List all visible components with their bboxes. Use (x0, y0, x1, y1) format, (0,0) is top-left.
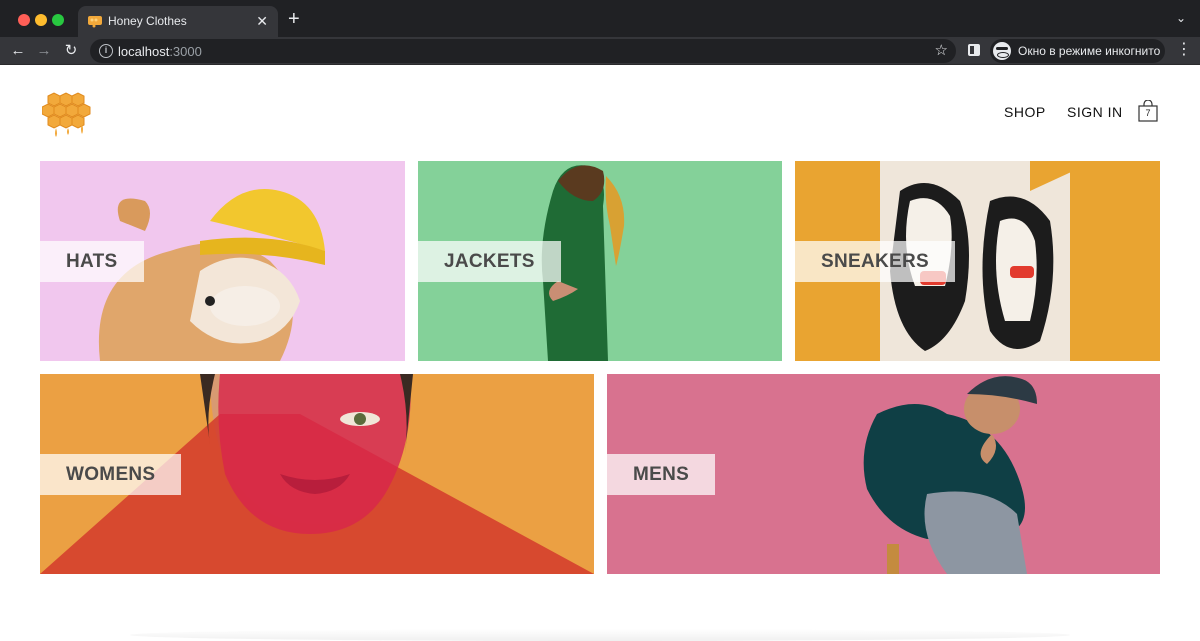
browser-menu-icon[interactable]: ⋮ (1176, 42, 1192, 58)
back-arrow-icon[interactable]: ← (7, 40, 29, 62)
close-window-button[interactable] (18, 14, 30, 26)
browser-tab[interactable]: Honey Clothes ✕ (78, 6, 278, 37)
category-card-mens[interactable]: MENS (607, 374, 1160, 574)
category-label: MENS (633, 464, 690, 485)
category-label: WOMENS (66, 464, 156, 485)
side-panel-icon[interactable] (968, 44, 980, 56)
honeycomb-logo-icon[interactable] (42, 92, 94, 142)
forward-arrow-icon[interactable]: → (33, 40, 55, 62)
category-label-box: MENS (607, 454, 716, 495)
category-card-hats[interactable]: HATS (40, 161, 405, 361)
browser-titlebar: Honey Clothes ✕ + ⌄ (0, 0, 1200, 37)
tab-search-icon[interactable]: ⌄ (1176, 11, 1186, 25)
url-host: localhost (118, 44, 170, 59)
url-port: :3000 (169, 44, 202, 59)
url-text[interactable]: localhost:3000 (118, 44, 202, 59)
category-label: HATS (66, 251, 118, 272)
zoom-window-button[interactable] (52, 14, 64, 26)
nav-sign-in-link[interactable]: SIGN IN (1067, 104, 1123, 120)
category-label-box: SNEAKERS (795, 241, 955, 282)
minimize-window-button[interactable] (35, 14, 47, 26)
incognito-profile-button[interactable]: Окно в режиме инкогнито (990, 39, 1165, 63)
category-card-jackets[interactable]: JACKETS (418, 161, 782, 361)
address-bar[interactable]: i localhost:3000 ☆ (90, 39, 956, 63)
category-card-sneakers[interactable]: SNEAKERS (795, 161, 1160, 361)
reload-icon[interactable]: ↻ (60, 40, 82, 62)
category-label-box: HATS (40, 241, 144, 282)
browser-toolbar: ← → ↻ i localhost:3000 ☆ Окно в режиме и… (0, 37, 1200, 65)
incognito-icon (993, 42, 1011, 60)
bookmark-star-icon[interactable]: ☆ (935, 41, 948, 59)
category-label-box: WOMENS (40, 454, 182, 495)
honeycomb-favicon-icon (88, 16, 102, 28)
cart-button[interactable]: 7 (1138, 100, 1158, 122)
category-card-womens[interactable]: WOMENS (40, 374, 594, 574)
category-label: JACKETS (444, 251, 535, 272)
page-content: SHOP SIGN IN 7 HATS JACKETS SNEAKERS WOM… (0, 66, 1200, 641)
incognito-label: Окно в режиме инкогнито (1018, 44, 1161, 58)
close-tab-icon[interactable]: ✕ (256, 12, 268, 30)
category-label-box: JACKETS (418, 241, 561, 282)
category-label: SNEAKERS (821, 251, 929, 272)
footer-shadow (130, 629, 1070, 641)
cart-count: 7 (1145, 108, 1151, 118)
new-tab-icon[interactable]: + (288, 8, 300, 30)
nav-shop-link[interactable]: SHOP (1004, 104, 1046, 120)
site-info-icon[interactable]: i (99, 44, 113, 58)
tab-title: Honey Clothes (108, 14, 187, 28)
